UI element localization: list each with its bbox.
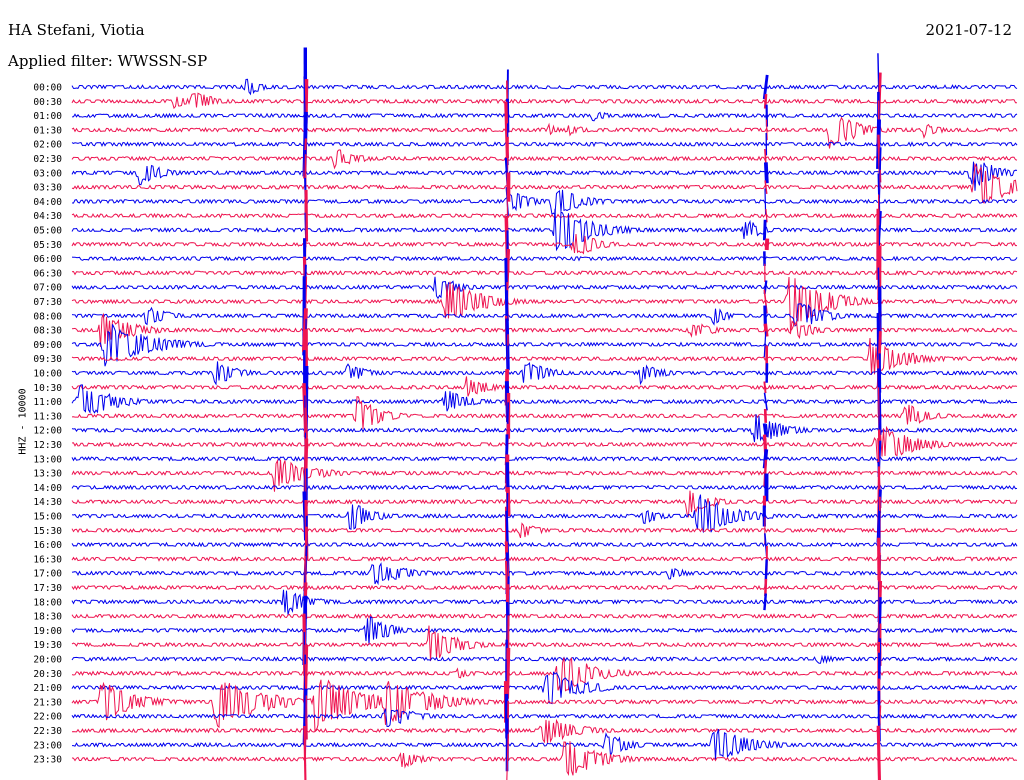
trace-row-0530 bbox=[71, 233, 1017, 255]
seismic-traces bbox=[71, 78, 1018, 777]
trace-row-1430 bbox=[71, 490, 1018, 519]
row-label-0330: 03:30 bbox=[33, 183, 62, 194]
row-label-0600: 06:00 bbox=[33, 254, 62, 265]
trace-row-1200 bbox=[71, 414, 1018, 443]
row-label-1930: 19:30 bbox=[33, 640, 62, 651]
row-label-0200: 02:00 bbox=[33, 140, 62, 151]
trace-row-0700 bbox=[71, 276, 1018, 300]
row-label-1000: 10:00 bbox=[33, 369, 62, 380]
trace-row-1500 bbox=[71, 494, 1018, 533]
row-label-0430: 04:30 bbox=[33, 211, 62, 222]
row-label-0300: 03:00 bbox=[33, 168, 62, 179]
row-label-0630: 06:30 bbox=[33, 268, 62, 279]
row-label-2130: 21:30 bbox=[33, 697, 62, 708]
row-label-0730: 07:30 bbox=[33, 297, 62, 308]
trace-row-2300 bbox=[72, 728, 1018, 760]
row-labels: 00:00 00:30 01:00 01:30 02:00 02:30 03:00 03:30… bbox=[33, 83, 62, 766]
row-label-0830: 08:30 bbox=[33, 326, 62, 337]
trace-row-0000 bbox=[71, 78, 1018, 96]
trace-row-0330 bbox=[71, 162, 1018, 204]
trace-row-1530 bbox=[71, 522, 1018, 539]
spike-0-row-47 bbox=[303, 726, 307, 780]
row-label-1030: 10:30 bbox=[33, 383, 62, 394]
row-label-1400: 14:00 bbox=[33, 483, 62, 494]
row-label-1200: 12:00 bbox=[33, 426, 62, 437]
row-label-2030: 20:30 bbox=[33, 669, 62, 680]
trace-row-1230 bbox=[71, 425, 1018, 463]
row-label-1600: 16:00 bbox=[33, 540, 62, 551]
row-label-2330: 23:30 bbox=[33, 755, 62, 766]
trace-row-0830 bbox=[71, 312, 1018, 347]
trace-row-0730 bbox=[71, 276, 1018, 333]
trace-row-2000 bbox=[71, 654, 1018, 664]
spike-3-row-36 bbox=[763, 593, 768, 611]
trace-row-0100 bbox=[71, 111, 1018, 122]
trace-row-2100 bbox=[71, 671, 1018, 705]
row-label-0900: 09:00 bbox=[33, 340, 62, 351]
row-label-1730: 17:30 bbox=[33, 583, 62, 594]
trace-row-1300 bbox=[71, 455, 1018, 462]
row-label-0100: 01:00 bbox=[33, 111, 62, 122]
row-label-1800: 18:00 bbox=[33, 597, 62, 608]
trace-row-2230 bbox=[71, 718, 1018, 744]
trace-row-0200 bbox=[71, 141, 1018, 148]
helicorder-plot: 00:00 00:30 01:00 01:30 02:00 02:30 03:00 03:30… bbox=[33, 47, 1018, 780]
row-label-1630: 16:30 bbox=[33, 554, 62, 565]
row-label-2230: 22:30 bbox=[33, 726, 62, 737]
spike-3-row-21 bbox=[763, 381, 767, 394]
row-label-1130: 11:30 bbox=[33, 411, 62, 422]
row-label-1100: 11:00 bbox=[33, 397, 62, 408]
row-label-2300: 23:00 bbox=[33, 740, 62, 751]
trace-row-0400 bbox=[71, 188, 1018, 216]
row-label-1830: 18:30 bbox=[33, 612, 62, 623]
trace-row-1830 bbox=[71, 613, 1018, 620]
row-label-0800: 08:00 bbox=[33, 311, 62, 322]
trace-row-1900 bbox=[71, 616, 1018, 645]
spike-3-row-23 bbox=[763, 408, 768, 423]
trace-row-0930 bbox=[71, 337, 1018, 375]
trace-row-1700 bbox=[71, 562, 1018, 586]
row-label-1700: 17:00 bbox=[33, 569, 62, 580]
row-label-1530: 15:30 bbox=[33, 526, 62, 537]
trace-row-1930 bbox=[71, 625, 1018, 662]
row-label-1230: 12:30 bbox=[33, 440, 62, 451]
row-label-0400: 04:00 bbox=[33, 197, 62, 208]
row-label-1500: 15:00 bbox=[33, 512, 62, 523]
trace-row-1630 bbox=[71, 556, 1018, 562]
spike-3-row-35 bbox=[764, 578, 768, 597]
trace-row-0430 bbox=[71, 212, 1018, 219]
row-label-0230: 02:30 bbox=[33, 154, 62, 165]
spike-3-row-6 bbox=[763, 162, 769, 184]
trace-row-1800 bbox=[71, 589, 1018, 615]
channel-ylabel: HHZ - 10000 bbox=[17, 388, 29, 455]
trace-row-1600 bbox=[71, 541, 1018, 548]
row-label-1430: 14:30 bbox=[33, 497, 62, 508]
row-label-2200: 22:00 bbox=[33, 712, 62, 723]
spike-3-row-10 bbox=[762, 219, 767, 241]
row-label-1300: 13:00 bbox=[33, 454, 62, 465]
row-label-0930: 09:30 bbox=[33, 354, 62, 365]
trace-row-0630 bbox=[71, 269, 1018, 276]
station-title: HA Stefani, Viotia bbox=[8, 21, 145, 39]
date-label: 2021-07-12 bbox=[925, 21, 1012, 39]
trace-row-1730 bbox=[71, 584, 1018, 591]
trace-row-0230 bbox=[71, 149, 1018, 170]
row-label-2100: 21:00 bbox=[33, 683, 62, 694]
filter-subtitle: Applied filter: WWSSN-SP bbox=[8, 52, 208, 70]
row-label-0130: 01:30 bbox=[33, 125, 62, 136]
trace-row-0030 bbox=[71, 92, 1017, 110]
trace-row-0800 bbox=[71, 303, 1017, 327]
row-label-0030: 00:30 bbox=[33, 97, 62, 108]
spike-3-row-16 bbox=[763, 305, 767, 327]
row-label-0500: 05:00 bbox=[33, 226, 62, 237]
trace-row-1400 bbox=[71, 484, 1018, 491]
row-label-2000: 20:00 bbox=[33, 655, 62, 666]
row-label-1330: 13:30 bbox=[33, 469, 62, 480]
trace-row-0600 bbox=[71, 255, 1018, 262]
row-label-0000: 00:00 bbox=[33, 83, 62, 94]
row-label-0530: 05:30 bbox=[33, 240, 62, 251]
row-label-0700: 07:00 bbox=[33, 283, 62, 294]
spike-2-row-47 bbox=[876, 725, 881, 780]
row-label-1900: 19:00 bbox=[33, 626, 62, 637]
